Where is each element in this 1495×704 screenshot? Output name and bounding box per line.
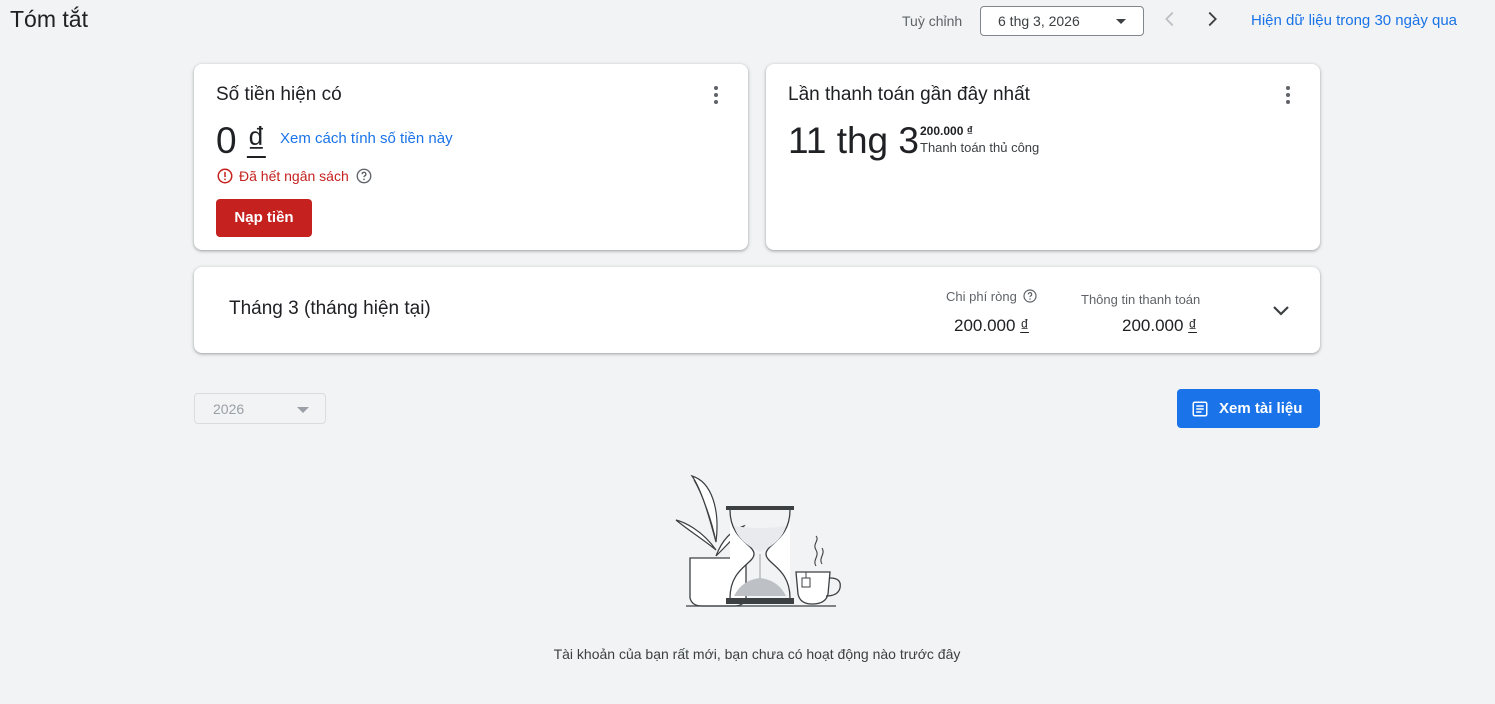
net-cost-currency: ₫ bbox=[1020, 316, 1029, 335]
year-select[interactable]: 2026 bbox=[194, 393, 326, 424]
last-payment-amount: 200.000 ₫ bbox=[920, 124, 973, 138]
page-title: Tóm tắt bbox=[10, 6, 88, 32]
show-30-days-link[interactable]: Hiện dữ liệu trong 30 ngày qua bbox=[1251, 12, 1457, 29]
chevron-right-icon[interactable] bbox=[1201, 8, 1223, 30]
calc-explanation-link[interactable]: Xem cách tính số tiền này bbox=[280, 130, 453, 147]
custom-range-label: Tuỳ chỉnh bbox=[902, 13, 963, 29]
last-payment-date: 11 thg 3 bbox=[788, 120, 919, 161]
view-documents-button[interactable]: Xem tài liệu bbox=[1177, 389, 1320, 428]
document-icon bbox=[1192, 401, 1208, 416]
expand-more-icon[interactable] bbox=[1269, 298, 1293, 322]
balance-card-title: Số tiền hiện có bbox=[216, 84, 342, 105]
net-cost-amount: 200.000 bbox=[954, 316, 1016, 335]
chevron-left-icon[interactable] bbox=[1159, 8, 1181, 30]
help-icon[interactable] bbox=[1022, 288, 1038, 304]
balance-currency: ₫ bbox=[246, 120, 266, 161]
date-range-select[interactable]: 6 thg 3, 2026 bbox=[980, 6, 1144, 36]
balance-amount-value: 0 bbox=[216, 120, 237, 161]
billing-amount: 200.000 bbox=[1122, 316, 1184, 335]
billing-info-value: 200.000 ₫ bbox=[1122, 316, 1197, 336]
last-payment-card: Lần thanh toán gần đây nhất 11 thg 3 200… bbox=[766, 64, 1320, 250]
date-range-value: 6 thg 3, 2026 bbox=[998, 13, 1080, 29]
budget-warning: Đã hết ngân sách bbox=[216, 166, 373, 186]
net-cost-label: Chi phí ròng bbox=[946, 288, 1038, 304]
balance-amount: 0 ₫ bbox=[216, 120, 266, 162]
error-icon bbox=[217, 168, 233, 184]
budget-warning-text: Đã hết ngân sách bbox=[239, 168, 349, 184]
billing-info-label: Thông tin thanh toán bbox=[1081, 292, 1201, 307]
month-title: Tháng 3 (tháng hiện tại) bbox=[229, 298, 431, 319]
dropdown-caret-icon bbox=[1116, 19, 1126, 24]
billing-currency: ₫ bbox=[1188, 316, 1197, 335]
view-documents-label: Xem tài liệu bbox=[1219, 400, 1303, 417]
more-vert-icon[interactable] bbox=[1278, 84, 1298, 106]
more-vert-icon[interactable] bbox=[706, 84, 726, 106]
last-payment-method: Thanh toán thủ công bbox=[920, 140, 1040, 155]
dropdown-caret-icon bbox=[297, 407, 309, 413]
help-icon[interactable] bbox=[355, 167, 373, 185]
balance-card: Số tiền hiện có 0 ₫ Xem cách tính số tiề… bbox=[194, 64, 748, 250]
net-cost-label-text: Chi phí ròng bbox=[946, 288, 1017, 304]
last-payment-title: Lần thanh toán gần đây nhất bbox=[788, 84, 1030, 105]
empty-state-message: Tài khoản của bạn rất mới, bạn chưa có h… bbox=[553, 646, 961, 662]
hourglass-illustration bbox=[675, 474, 841, 607]
year-select-value: 2026 bbox=[213, 401, 245, 417]
current-month-card[interactable]: Tháng 3 (tháng hiện tại) Chi phí ròng 20… bbox=[194, 267, 1320, 353]
topup-button[interactable]: Nạp tiền bbox=[216, 199, 312, 237]
header-bar: Tóm tắt Tuỳ chỉnh 6 thg 3, 2026 Hiện dữ … bbox=[0, 0, 1495, 40]
net-cost-value: 200.000 ₫ bbox=[954, 316, 1029, 336]
